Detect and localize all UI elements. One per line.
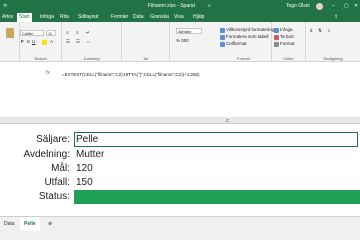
fill-color-icon[interactable] [42, 40, 47, 45]
search-icon[interactable]: ⌕ [208, 0, 211, 13]
sort-icon[interactable]: ⇅ [318, 28, 322, 34]
avatar[interactable] [316, 3, 323, 10]
align-top-icon[interactable]: ≡ [66, 30, 69, 36]
italic-icon[interactable]: K [27, 39, 30, 45]
font-name-select[interactable]: Calibri [20, 30, 44, 36]
bold-icon[interactable]: F [21, 39, 24, 45]
label-utfall: Utfall: [44, 177, 70, 188]
tab-formler[interactable]: Formler [111, 13, 128, 22]
tab-arkiv[interactable]: Arkiv [2, 13, 13, 22]
format-table-button[interactable]: Formatera som tabell [226, 34, 269, 40]
label-avdelning: Avdelning: [23, 149, 70, 160]
font-size-select[interactable]: 11 [46, 30, 56, 36]
status-cell[interactable] [74, 190, 360, 204]
fx-icon[interactable]: fx [46, 70, 50, 76]
selected-cell[interactable] [74, 132, 358, 147]
merge-icon[interactable]: ⇔ [86, 39, 91, 45]
tab-data[interactable]: Data [133, 13, 144, 22]
number-format-select[interactable]: Allmänt [176, 28, 202, 34]
tab-granska[interactable]: Granska [150, 13, 169, 22]
column-header: C [0, 117, 360, 124]
insert-icon [274, 28, 279, 33]
column-c-label[interactable]: C [226, 117, 229, 124]
insert-button[interactable]: Infoga [280, 27, 293, 33]
delete-button[interactable]: Ta bort [280, 34, 294, 40]
group-label-editing: Redigering [323, 56, 343, 61]
title-bar: ⟲ Filnamn.xlsx - Sparat ⌕ Tego Olsin – ▢… [0, 0, 360, 13]
cond-format-button[interactable]: Villkorsstyrd formatering [226, 27, 274, 33]
user-name: Tego Olsin [286, 3, 310, 9]
tab-hjalp[interactable]: Hjälp [193, 13, 204, 22]
maximize-icon[interactable]: ▢ [344, 0, 349, 13]
tab-visa[interactable]: Visa [174, 13, 184, 22]
paste-icon[interactable] [6, 28, 14, 38]
find-icon[interactable]: ⌕ [328, 28, 331, 34]
sum-icon[interactable]: Σ [310, 28, 313, 34]
tab-rita[interactable]: Rita [60, 13, 69, 22]
close-icon[interactable]: ✕ [354, 0, 358, 13]
percent-icon[interactable]: % 000 [176, 38, 189, 44]
label-mal: Mål: [51, 163, 70, 174]
format-table-icon [220, 35, 225, 40]
clipboard-group [0, 22, 20, 62]
editing-group: Σ ⇅ ⌕ Redigering [306, 22, 360, 62]
label-status: Status: [38, 191, 70, 202]
tab-sidlayout[interactable]: Sidlayout [78, 13, 99, 22]
window-title: Filnamn.xlsx - Sparat [148, 3, 195, 9]
worksheet: Säljare: Pelle Avdelning: Mutter Mål: 12… [0, 124, 360, 216]
underline-icon[interactable]: U [32, 39, 35, 45]
ribbon-tabs: Arkiv Start Infoga Rita Sidlayout Formle… [0, 13, 360, 22]
format-icon [274, 42, 279, 47]
cell-styles-icon [220, 42, 225, 47]
delete-icon [274, 35, 279, 40]
label-saljare: Säljare: [36, 134, 70, 145]
tab-infoga[interactable]: Infoga [40, 13, 54, 22]
group-label-styles: Format [237, 56, 250, 61]
group-label-alignment: Justering [83, 56, 100, 61]
sheet-tab-data[interactable]: Data [4, 217, 15, 232]
share-icon[interactable]: ⇪ [334, 13, 338, 22]
cells-group: Infoga Ta bort Format Celler [272, 22, 306, 62]
value-saljare[interactable]: Pelle [76, 134, 98, 145]
formula-input[interactable]: =EXTEXT(CELL("filnamn";C2);HITTA("]";CEL… [62, 72, 200, 77]
align-left-icon[interactable]: ☰ [66, 39, 70, 45]
cell-styles-button[interactable]: Cellformat [226, 41, 247, 47]
status-bar [0, 231, 360, 240]
align-middle-icon[interactable]: ≡ [76, 30, 79, 36]
align-center-icon[interactable]: ☰ [76, 39, 80, 45]
format-button[interactable]: Format [280, 41, 294, 47]
font-group: Calibri 11 F K U A Tecken [20, 22, 62, 62]
alignment-group: ≡ ≡ ↵ ☰ ☰ ⇔ Justering [62, 22, 122, 62]
number-group: Allmänt % 000 Tal [122, 22, 202, 62]
add-sheet-icon[interactable]: ⊕ [48, 217, 52, 232]
autosave-icon[interactable]: ⟲ [3, 0, 7, 13]
tab-start[interactable]: Start [17, 13, 32, 22]
minimize-icon[interactable]: – [332, 0, 335, 13]
ribbon: Calibri 11 F K U A Tecken ≡ ≡ ↵ ☰ ☰ ⇔ Ju… [0, 22, 360, 62]
wrap-text-icon[interactable]: ↵ [86, 30, 90, 36]
value-utfall[interactable]: 150 [76, 177, 93, 188]
group-label-font: Tecken [34, 56, 47, 61]
group-label-cells: Celler [283, 56, 294, 61]
value-avdelning[interactable]: Mutter [76, 149, 104, 160]
font-color-icon[interactable]: A [50, 39, 53, 45]
group-label-number: Tal [142, 56, 149, 61]
cond-format-icon [220, 28, 225, 33]
styles-group: Villkorsstyrd formatering Formatera som … [216, 22, 274, 62]
value-mal[interactable]: 120 [76, 163, 93, 174]
sheet-tab-bar: Data Pelle ⊕ [0, 216, 360, 234]
